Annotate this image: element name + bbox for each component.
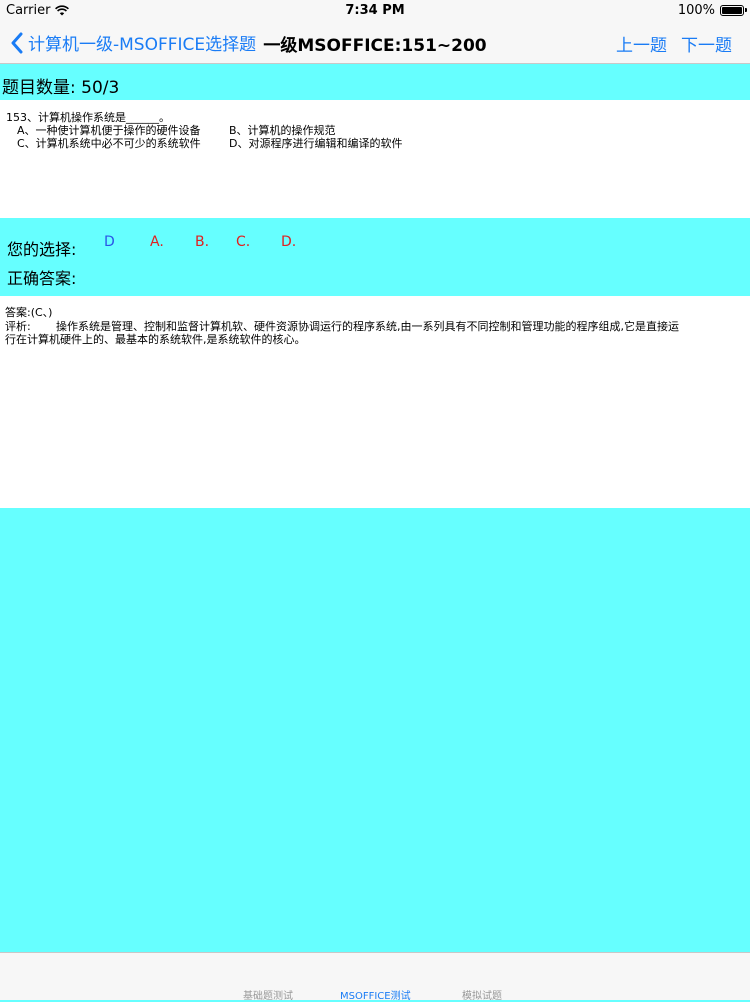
question-count-row: 题目数量: 50/3 (0, 66, 750, 100)
choice-area: 您的选择: D A. B. C. D. 正确答案: (0, 218, 750, 296)
navigation-bar: 计算机一级-MSOFFICE选择题 一级MSOFFICE:151~200 上一题… (0, 22, 750, 64)
selected-choice: D (104, 234, 115, 250)
back-button-label: 计算机一级-MSOFFICE选择题 (28, 35, 257, 55)
question-count: 题目数量: 50/3 (2, 78, 120, 98)
correct-answer-label: 正确答案: (7, 269, 77, 288)
explanation-panel: 答案:(C、) 评析: 操作系统是管理、控制和监督计算机软、硬件资源协调运行的程… (0, 296, 750, 508)
clock: 7:34 PM (345, 3, 405, 18)
choice-option-b[interactable]: B. (195, 234, 209, 250)
choice-option-d[interactable]: D. (281, 234, 296, 250)
question-option-d: D、对源程序进行编辑和编译的软件 (229, 137, 403, 150)
question-panel: 153、计算机操作系统是______。 A、一种使计算机便于操作的硬件设备 B、… (0, 100, 750, 218)
next-question-button[interactable]: 下一题 (681, 31, 732, 56)
previous-question-button[interactable]: 上一题 (616, 31, 667, 56)
choice-option-c[interactable]: C. (236, 234, 250, 250)
your-choice-label: 您的选择: (7, 240, 77, 259)
battery-indicator: 100% (677, 3, 747, 18)
analysis-text-line2: 行在计算机硬件上的、最基本的系统软件,是系统软件的核心。 (5, 333, 306, 346)
choice-option-a[interactable]: A. (150, 234, 164, 250)
status-bar: Carrier 7:34 PM 100% (0, 0, 750, 22)
battery-percent: 100% (677, 3, 715, 18)
back-button[interactable]: 计算机一级-MSOFFICE选择题 (10, 30, 256, 55)
chevron-left-icon (11, 32, 23, 53)
question-option-c: C、计算机系统中必不可少的系统软件 (17, 137, 201, 150)
tab-bar: 基础题测试 MSOFFICE测试 模拟试题 (0, 952, 750, 1002)
battery-icon (720, 5, 747, 16)
